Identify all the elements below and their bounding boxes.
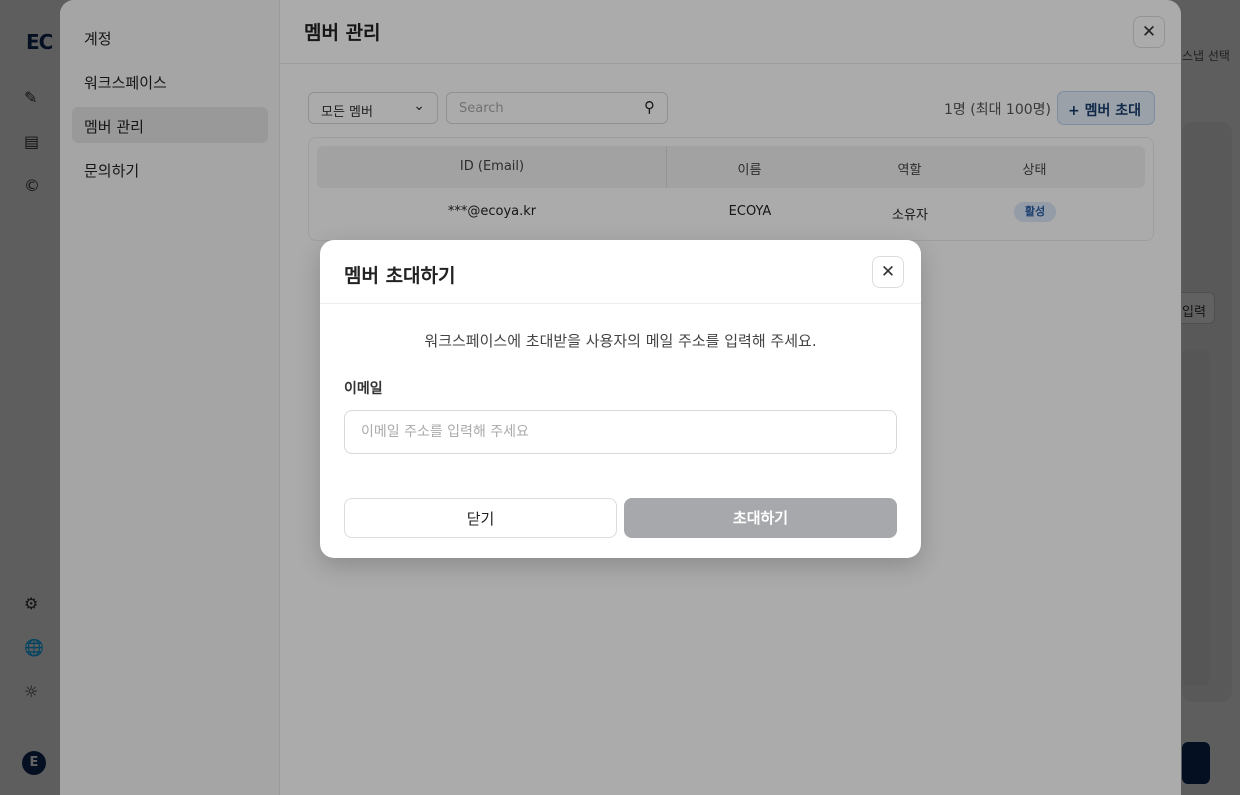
- invite-button[interactable]: 초대하기: [624, 498, 897, 538]
- modal-description: 워크스페이스에 초대받을 사용자의 메일 주소를 입력해 주세요.: [424, 332, 817, 350]
- close-button[interactable]: 닫기: [344, 498, 617, 538]
- modal-header: 멤버 초대하기 ✕: [320, 240, 921, 304]
- modal-title: 멤버 초대하기: [344, 265, 456, 287]
- email-field[interactable]: [344, 410, 897, 454]
- email-label: 이메일: [344, 381, 383, 397]
- modal-close-button[interactable]: ✕: [872, 256, 904, 288]
- invite-member-modal: 멤버 초대하기 ✕ 워크스페이스에 초대받을 사용자의 메일 주소를 입력해 주…: [320, 240, 921, 558]
- close-icon: ✕: [880, 262, 896, 282]
